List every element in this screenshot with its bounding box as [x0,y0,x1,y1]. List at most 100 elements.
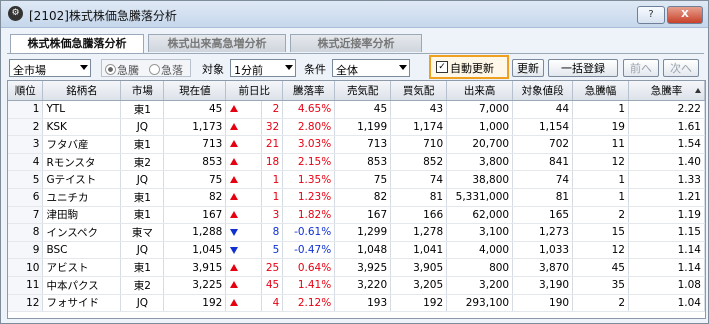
change-cell: 3 [261,206,284,225]
price-cell: 45 [163,100,227,119]
rank-cell: 9 [8,241,44,260]
market-cell: 東2 [120,153,165,172]
rank-cell: 11 [8,276,44,295]
bid-cell: 166 [390,206,448,225]
volume-cell: 7,000 [446,100,514,119]
name-cell: フォサイド [42,294,122,313]
jump-width-cell: 35 [572,276,629,295]
header-change[interactable]: 前日比 [225,81,284,101]
header-jump-rate[interactable]: 急騰率 [628,81,705,101]
rank-cell: 4 [8,153,44,172]
tab-proximity-rate[interactable]: 株式近接率分析 [290,34,422,52]
market-select[interactable]: 全市場 [9,59,91,77]
price-cell: 1,288 [163,223,227,242]
target-price-cell: 190 [512,294,574,313]
ask-cell: 1,048 [334,241,392,260]
change-direction-icon [225,118,263,137]
bid-cell: 81 [390,188,448,207]
jump-width-cell: 12 [572,153,629,172]
header-target-price[interactable]: 対象値段 [512,81,574,101]
ask-cell: 167 [334,206,392,225]
table-row[interactable]: 7 津田駒 東1 167 3 1.82% 167 166 62,000 165 2 1.19 [8,206,705,225]
volume-cell: 62,000 [446,206,514,225]
tab-volume-surge[interactable]: 株式出来高急増分析 [148,34,286,52]
table-row[interactable]: 6 ユニチカ 東1 82 1 1.23% 82 81 5,331,000 81 1 1.21 [8,188,705,207]
update-button[interactable]: 更新 [512,59,544,77]
bid-cell: 1,041 [390,241,448,260]
arrow-up-icon [230,298,239,306]
table-row[interactable]: 8 インスペク 東マ 1,288 8 -0.61% 1,299 1,278 3,100 1,273… [8,223,705,242]
rate-cell: 1.41% [282,276,336,295]
change-direction-icon [225,206,263,225]
rank-cell: 6 [8,188,44,207]
table-row[interactable]: 5 Gテイスト JQ 75 1 1.35% 75 74 38,800 74 1 1.33 [8,170,705,189]
table-row[interactable]: 1 YTL 東1 45 2 4.65% 45 43 7,000 44 1 2.22 [8,100,705,119]
jump-rate-cell: 1.33 [628,170,705,189]
price-cell: 1,045 [163,241,227,260]
change-direction-icon [225,276,263,295]
condition-select[interactable]: 全体 [332,59,410,77]
volume-cell: 3,200 [446,276,514,295]
market-cell: 東1 [120,206,165,225]
header-bid[interactable]: 買気配 [390,81,448,101]
header-name[interactable]: 銘柄名 [42,81,122,101]
close-button[interactable]: X [667,6,703,24]
ask-cell: 713 [334,135,392,154]
header-volume[interactable]: 出来高 [446,81,514,101]
sort-ascending-icon [695,88,701,93]
header-jump-width[interactable]: 急騰幅 [572,81,629,101]
change-direction-icon [225,223,263,242]
target-price-cell: 81 [512,188,574,207]
table-row[interactable]: 2 KSK JQ 1,173 32 2.80% 1,199 1,174 1,000 1,154 19… [8,118,705,137]
table-row[interactable]: 3 フタバ産 東1 713 21 3.03% 713 710 20,700 702 11 1.54 [8,135,705,154]
radio-rise[interactable]: 急騰 [105,62,139,78]
surge-direction-group: 急騰 急落 [101,59,191,77]
jump-rate-cell: 1.04 [628,294,705,313]
header-price[interactable]: 現在値 [163,81,227,101]
name-cell: ユニチカ [42,188,122,207]
target-select[interactable]: 1分前 [230,59,296,77]
auto-update-checkbox[interactable]: ✓ [436,61,448,73]
header-rate[interactable]: 騰落率 [282,81,336,101]
target-price-cell: 1,033 [512,241,574,260]
jump-width-cell: 2 [572,206,629,225]
ask-cell: 853 [334,153,392,172]
register-all-button[interactable]: 一括登録 [548,59,618,77]
volume-cell: 20,700 [446,135,514,154]
radio-fall[interactable]: 急落 [149,62,183,78]
rate-cell: 2.15% [282,153,336,172]
table-row[interactable]: 10 アビスト 東1 3,915 25 0.64% 3,925 3,905 800 3,870 45… [8,258,705,277]
tab-price-surge[interactable]: 株式株価急騰落分析 [10,34,144,53]
jump-rate-cell: 1.61 [628,118,705,137]
market-cell: JQ [120,241,165,260]
header-market[interactable]: 市場 [120,81,165,101]
table-row[interactable]: 9 BSC JQ 1,045 5 -0.47% 1,048 1,041 4,000 1,033 12… [8,241,705,260]
target-price-cell: 841 [512,153,574,172]
volume-cell: 3,100 [446,223,514,242]
help-button[interactable]: ? [637,6,665,24]
header-rank[interactable]: 順位 [8,81,44,101]
ask-cell: 193 [334,294,392,313]
market-cell: JQ [120,118,165,137]
arrow-up-icon [230,263,239,271]
ask-cell: 45 [334,100,392,119]
header-ask[interactable]: 売気配 [334,81,392,101]
table-row[interactable]: 11 中本パクス 東2 3,225 45 1.41% 3,220 3,205 3,200 3,19… [8,276,705,295]
target-price-cell: 1,273 [512,223,574,242]
volume-cell: 800 [446,258,514,277]
bid-cell: 43 [390,100,448,119]
price-cell: 3,225 [163,276,227,295]
table-row[interactable]: 4 Rモンスタ 東2 853 18 2.15% 853 852 3,800 841 12 1.40 [8,153,705,172]
arrow-up-icon [230,281,239,289]
prev-button[interactable]: 前へ [623,59,659,77]
next-button[interactable]: 次へ [663,59,699,77]
arrow-up-icon [230,122,239,130]
arrow-up-icon [230,175,239,183]
rate-cell: -0.61% [282,223,336,242]
change-cell: 18 [261,153,284,172]
bid-cell: 192 [390,294,448,313]
rank-cell: 5 [8,170,44,189]
auto-update-toggle[interactable]: ✓ 自動更新 [429,55,509,79]
table-row[interactable]: 12 フォサイド JQ 192 4 2.12% 193 192 293,100 190 2 1.04 [8,294,705,313]
market-cell: JQ [120,170,165,189]
